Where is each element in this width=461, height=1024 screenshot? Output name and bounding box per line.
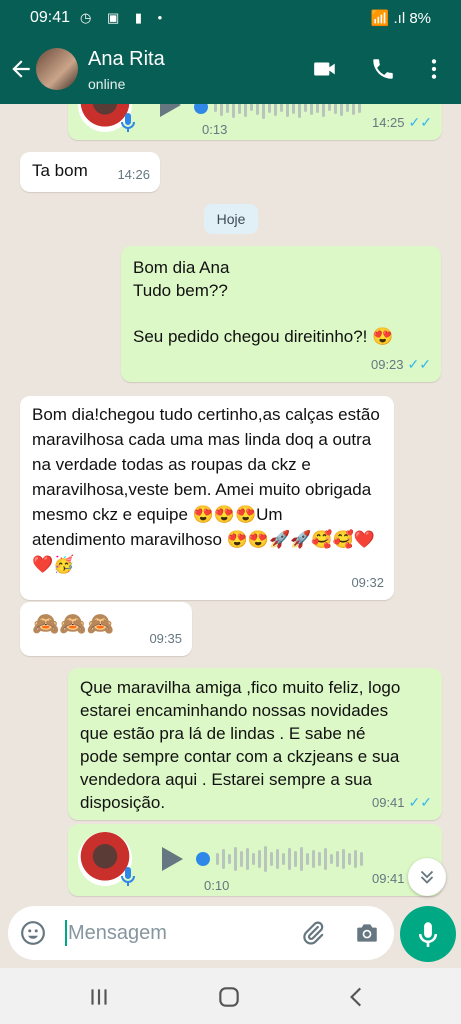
status-system-icons: 📶 .ıl 8%: [370, 10, 431, 27]
status-time: 09:41: [30, 9, 71, 26]
more-vert-icon[interactable]: [421, 56, 447, 82]
contact-name[interactable]: Ana Rita: [88, 48, 165, 71]
audio-duration: 0:10: [204, 878, 230, 893]
play-icon[interactable]: [160, 846, 184, 872]
mic-badge-icon: [121, 867, 135, 886]
chat-header: Ana Rita online: [0, 36, 461, 104]
nav-home-icon[interactable]: [216, 984, 242, 1010]
outgoing-message[interactable]: Bom dia Ana Tudo bem?? Seu pedido chegou…: [121, 246, 441, 382]
text-cursor: [65, 920, 67, 946]
incoming-message[interactable]: 🙈🙈🙈 09:35: [20, 602, 192, 656]
audio-progress-dot[interactable]: [196, 852, 210, 866]
video-call-icon[interactable]: [312, 56, 338, 82]
outgoing-message[interactable]: Que maravilha amiga ,fico muito feliz, l…: [68, 668, 442, 820]
contact-avatar[interactable]: [36, 48, 78, 90]
scroll-to-bottom-button[interactable]: [408, 858, 446, 896]
phone-icon[interactable]: [370, 56, 396, 82]
audio-message[interactable]: 0:10 09:41✓✓: [68, 824, 442, 896]
play-icon[interactable]: [158, 104, 182, 118]
audio-waveform[interactable]: [216, 844, 363, 874]
audio-duration: 0:13: [202, 122, 228, 137]
mic-badge-icon: [121, 113, 135, 132]
audio-message-top[interactable]: 0:13 14:25 ✓✓: [68, 104, 442, 140]
message-time: 14:25: [371, 115, 405, 130]
message-time: 14:26: [117, 167, 150, 182]
message-time: 09:35: [149, 631, 182, 646]
status-bar: 09:41 ◷ ▣ ▮ • 📶 .ıl 8%: [0, 0, 461, 36]
voice-record-button[interactable]: [400, 906, 456, 962]
message-time: 09:41: [371, 871, 405, 886]
contact-presence: online: [88, 76, 126, 92]
read-ticks-icon: ✓✓: [407, 356, 431, 372]
incoming-message[interactable]: Ta bom 14:26: [20, 152, 160, 192]
message-text: Ta bom: [32, 161, 88, 180]
audio-waveform[interactable]: [214, 104, 361, 122]
chevrons-down-icon: [420, 870, 434, 884]
chat-messages[interactable]: 0:13 14:25 ✓✓ Ta bom 14:26 Hoje Bom dia A…: [0, 104, 461, 904]
message-text: Bom dia Ana Tudo bem?? Seu pedido chegou…: [133, 258, 394, 346]
message-time: 09:23: [370, 357, 404, 372]
message-meta: 09:41✓✓: [372, 791, 432, 814]
read-ticks-icon: ✓✓: [408, 114, 432, 130]
message-meta: 14:25 ✓✓: [372, 111, 432, 134]
emoji-icon[interactable]: [20, 920, 46, 946]
message-composer: [8, 906, 394, 960]
message-meta: 09:23 ✓✓: [371, 353, 431, 376]
mic-icon: [418, 922, 438, 947]
read-ticks-icon: ✓✓: [408, 794, 432, 810]
status-notification-icons: ◷ ▣ ▮ •: [80, 10, 169, 25]
message-input[interactable]: [68, 916, 288, 950]
date-separator: Hoje: [204, 204, 258, 234]
message-text: 🙈🙈🙈: [32, 611, 115, 636]
message-text: Bom dia!chegou tudo certinho,as calças e…: [32, 405, 380, 574]
message-time: 09:41: [371, 795, 405, 810]
system-nav-bar: [0, 968, 461, 1024]
nav-back-icon[interactable]: [344, 984, 370, 1010]
incoming-message[interactable]: Bom dia!chegou tudo certinho,as calças e…: [20, 396, 394, 600]
camera-icon[interactable]: [354, 920, 380, 946]
nav-recents-icon[interactable]: [86, 984, 112, 1010]
message-time: 09:32: [351, 575, 384, 590]
audio-progress-dot[interactable]: [194, 104, 208, 114]
back-arrow-icon[interactable]: [8, 56, 34, 82]
attach-icon[interactable]: [300, 920, 326, 946]
